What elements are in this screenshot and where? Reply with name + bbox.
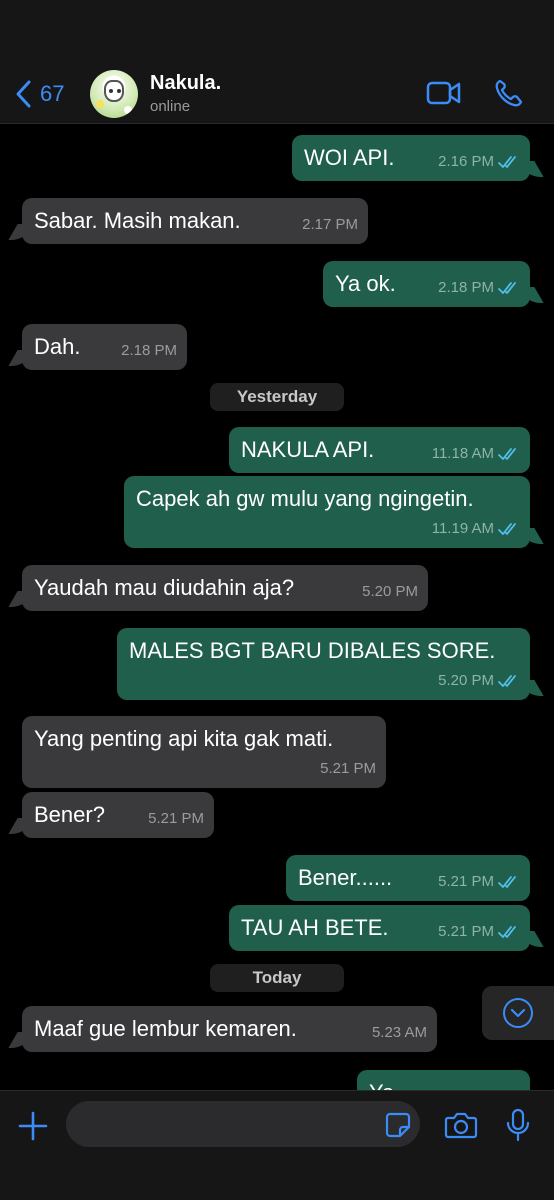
message-bubble-incoming[interactable]: Dah. 2.18 PM [22, 324, 187, 370]
message-text: Bener...... [298, 865, 393, 890]
video-call-icon[interactable] [426, 76, 462, 110]
contact-status: online [150, 98, 191, 115]
message-composer [0, 1090, 554, 1200]
message-bubble-incoming[interactable]: Maaf gue lembur kemaren. 5.23 AM [22, 1006, 437, 1052]
message-text: Dah. [34, 334, 81, 359]
message-time: 5.21 PM [438, 923, 494, 940]
message-meta: 5.21 PM [438, 919, 520, 945]
message-text: Yaudah mau diudahin aja? [34, 575, 295, 600]
sticker-icon[interactable] [384, 1111, 412, 1139]
message-text: Yang penting api kita gak mati. [34, 726, 334, 751]
message-time: 2.17 PM [302, 216, 358, 233]
message-bubble-outgoing[interactable]: TAU AH BETE. 5.21 PM [229, 905, 530, 951]
chevron-down-icon [503, 998, 533, 1028]
message-list[interactable]: WOI API. 2.16 PM Sabar. Masih makan. 2.1… [0, 124, 554, 1090]
message-meta: 5.20 PM [438, 668, 520, 694]
message-bubble-outgoing[interactable]: NAKULA API. 11.18 AM [229, 427, 530, 473]
phone-call-icon[interactable] [492, 76, 528, 110]
chat-screen: 67 Nakula. online WOI API. 2.16 PM Sabar… [0, 0, 554, 1200]
message-bubble-incoming[interactable]: Yang penting api kita gak mati. 5.21 PM [22, 716, 386, 788]
double-check-icon [498, 926, 516, 938]
message-time: 5.21 PM [320, 760, 376, 777]
message-text: Maaf gue lembur kemaren. [34, 1016, 297, 1041]
unread-count: 67 [40, 81, 65, 106]
message-bubble-outgoing[interactable]: WOI API. 2.16 PM [292, 135, 530, 181]
message-bubble-outgoing[interactable]: Capek ah gw mulu yang ngingetin. 11.19 A… [124, 476, 530, 548]
message-bubble-outgoing[interactable]: MALES BGT BARU DIBALES SORE. 5.20 PM [117, 628, 530, 700]
message-time: 2.18 PM [438, 279, 494, 296]
chevron-left-icon [16, 80, 31, 108]
message-time: 5.21 PM [148, 810, 204, 827]
day-separator-yesterday: Yesterday [210, 383, 344, 411]
message-meta: 2.18 PM [438, 275, 520, 301]
microphone-icon[interactable] [504, 1107, 532, 1143]
chat-header: 67 Nakula. online [0, 0, 554, 124]
avatar[interactable] [90, 70, 138, 118]
message-time: 5.21 PM [438, 873, 494, 890]
message-meta: 5.21 PM [438, 869, 520, 895]
message-bubble-incoming[interactable]: Sabar. Masih makan. 2.17 PM [22, 198, 368, 244]
scroll-to-bottom-button[interactable] [482, 986, 554, 1040]
message-meta: 11.19 AM [432, 516, 520, 542]
message-bubble-outgoing[interactable]: Ya [357, 1070, 530, 1090]
message-time: 5.23 AM [371, 1024, 427, 1041]
back-button[interactable]: 67 [14, 74, 64, 114]
message-text: Ya [369, 1080, 394, 1090]
double-check-icon [498, 282, 516, 294]
camera-icon[interactable] [444, 1109, 478, 1141]
message-text: TAU AH BETE. [241, 915, 389, 940]
message-time: 2.18 PM [121, 342, 177, 359]
message-time: 5.20 PM [362, 583, 418, 600]
message-bubble-incoming[interactable]: Yaudah mau diudahin aja? 5.20 PM [22, 565, 428, 611]
contact-name[interactable]: Nakula. [150, 72, 221, 95]
message-bubble-incoming[interactable]: Bener? 5.21 PM [22, 792, 214, 838]
double-check-icon [498, 156, 516, 168]
message-input[interactable] [66, 1101, 420, 1147]
message-text: Bener? [34, 802, 105, 827]
message-text: WOI API. [304, 145, 395, 170]
double-check-icon [498, 523, 516, 535]
message-time: 5.20 PM [438, 672, 494, 689]
message-time: 11.18 AM [431, 445, 494, 462]
message-bubble-outgoing[interactable]: Ya ok. 2.18 PM [323, 261, 530, 307]
message-text: Ya ok. [335, 271, 396, 296]
double-check-icon [498, 448, 516, 460]
plus-icon[interactable] [16, 1109, 50, 1143]
message-time: 11.19 AM [431, 520, 494, 537]
message-text: MALES BGT BARU DIBALES SORE. [129, 638, 496, 663]
day-separator-today: Today [210, 964, 344, 992]
double-check-icon [498, 675, 516, 687]
message-text: NAKULA API. [241, 437, 375, 462]
message-text: Capek ah gw mulu yang ngingetin. [136, 486, 474, 511]
message-bubble-outgoing[interactable]: Bener...... 5.21 PM [286, 855, 530, 901]
message-meta: 11.18 AM [432, 441, 520, 467]
message-time: 2.16 PM [438, 153, 494, 170]
message-meta: 2.16 PM [438, 149, 520, 175]
message-text: Sabar. Masih makan. [34, 208, 241, 233]
double-check-icon [498, 876, 516, 888]
